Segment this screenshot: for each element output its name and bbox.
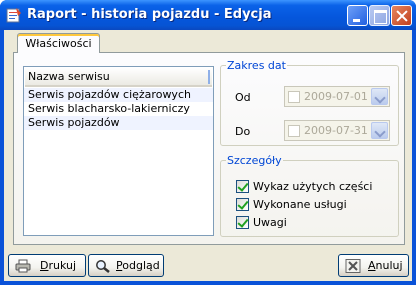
notes-label[interactable]: Uwagi xyxy=(253,216,287,229)
report-app-icon xyxy=(6,8,21,23)
preview-button-label: Podgląd xyxy=(116,259,160,272)
cancel-button[interactable]: Anuluj xyxy=(338,254,409,277)
date-from-value: 2009-07-01 xyxy=(304,90,368,103)
date-from-label: Od xyxy=(235,91,251,104)
services-done-label[interactable]: Wykonane usługi xyxy=(253,198,347,211)
list-header-service-name[interactable]: Nazwa serwisu xyxy=(25,68,212,87)
date-from-dropdown-button[interactable] xyxy=(371,88,388,105)
date-from-picker[interactable]: 2009-07-01 xyxy=(284,86,390,107)
cancel-x-icon xyxy=(345,259,361,273)
dialog-client-area: Właściwości Nazwa serwisu Serwis pojazdó… xyxy=(4,30,412,281)
maximize-button xyxy=(369,5,390,26)
dialog-window: Raport - historia pojazdu - Edycja Właśc… xyxy=(0,0,416,285)
tab-panel-properties: Nazwa serwisu Serwis pojazdów ciężarowyc… xyxy=(13,52,405,245)
parts-list-checkbox[interactable] xyxy=(236,180,249,193)
list-item[interactable]: Serwis blacharsko-lakierniczy xyxy=(24,102,213,116)
preview-button[interactable]: Podgląd xyxy=(88,254,164,277)
title-bar[interactable]: Raport - historia pojazdu - Edycja xyxy=(0,0,416,30)
date-to-dropdown-button[interactable] xyxy=(371,122,388,139)
print-button[interactable]: Drukuj xyxy=(8,254,86,277)
close-button[interactable] xyxy=(391,5,412,26)
parts-list-label[interactable]: Wykaz użytych części xyxy=(253,180,372,193)
printer-icon xyxy=(15,259,31,273)
print-button-label: Drukuj xyxy=(40,259,77,272)
date-to-enable-checkbox[interactable] xyxy=(288,125,300,137)
tab-properties[interactable]: Właściwości xyxy=(17,33,100,53)
service-list[interactable]: Nazwa serwisu Serwis pojazdów ciężarowyc… xyxy=(23,66,214,236)
window-frame-bottom xyxy=(0,281,416,285)
minimize-button[interactable] xyxy=(347,5,368,26)
window-title: Raport - historia pojazdu - Edycja xyxy=(27,7,272,22)
services-done-checkbox[interactable] xyxy=(236,198,249,211)
details-legend: Szczegóły xyxy=(227,154,282,167)
list-item[interactable]: Serwis pojazdów ciężarowych xyxy=(24,88,213,102)
date-from-enable-checkbox[interactable] xyxy=(288,91,300,103)
cancel-button-label: Anuluj xyxy=(368,259,403,272)
date-to-picker[interactable]: 2009-07-31 xyxy=(284,120,390,141)
date-range-legend: Zakres dat xyxy=(227,59,286,72)
date-to-value: 2009-07-31 xyxy=(304,124,368,137)
date-to-label: Do xyxy=(235,125,251,138)
magnifier-icon xyxy=(96,260,110,273)
notes-checkbox[interactable] xyxy=(236,216,249,229)
list-item[interactable]: Serwis pojazdów xyxy=(24,116,213,130)
